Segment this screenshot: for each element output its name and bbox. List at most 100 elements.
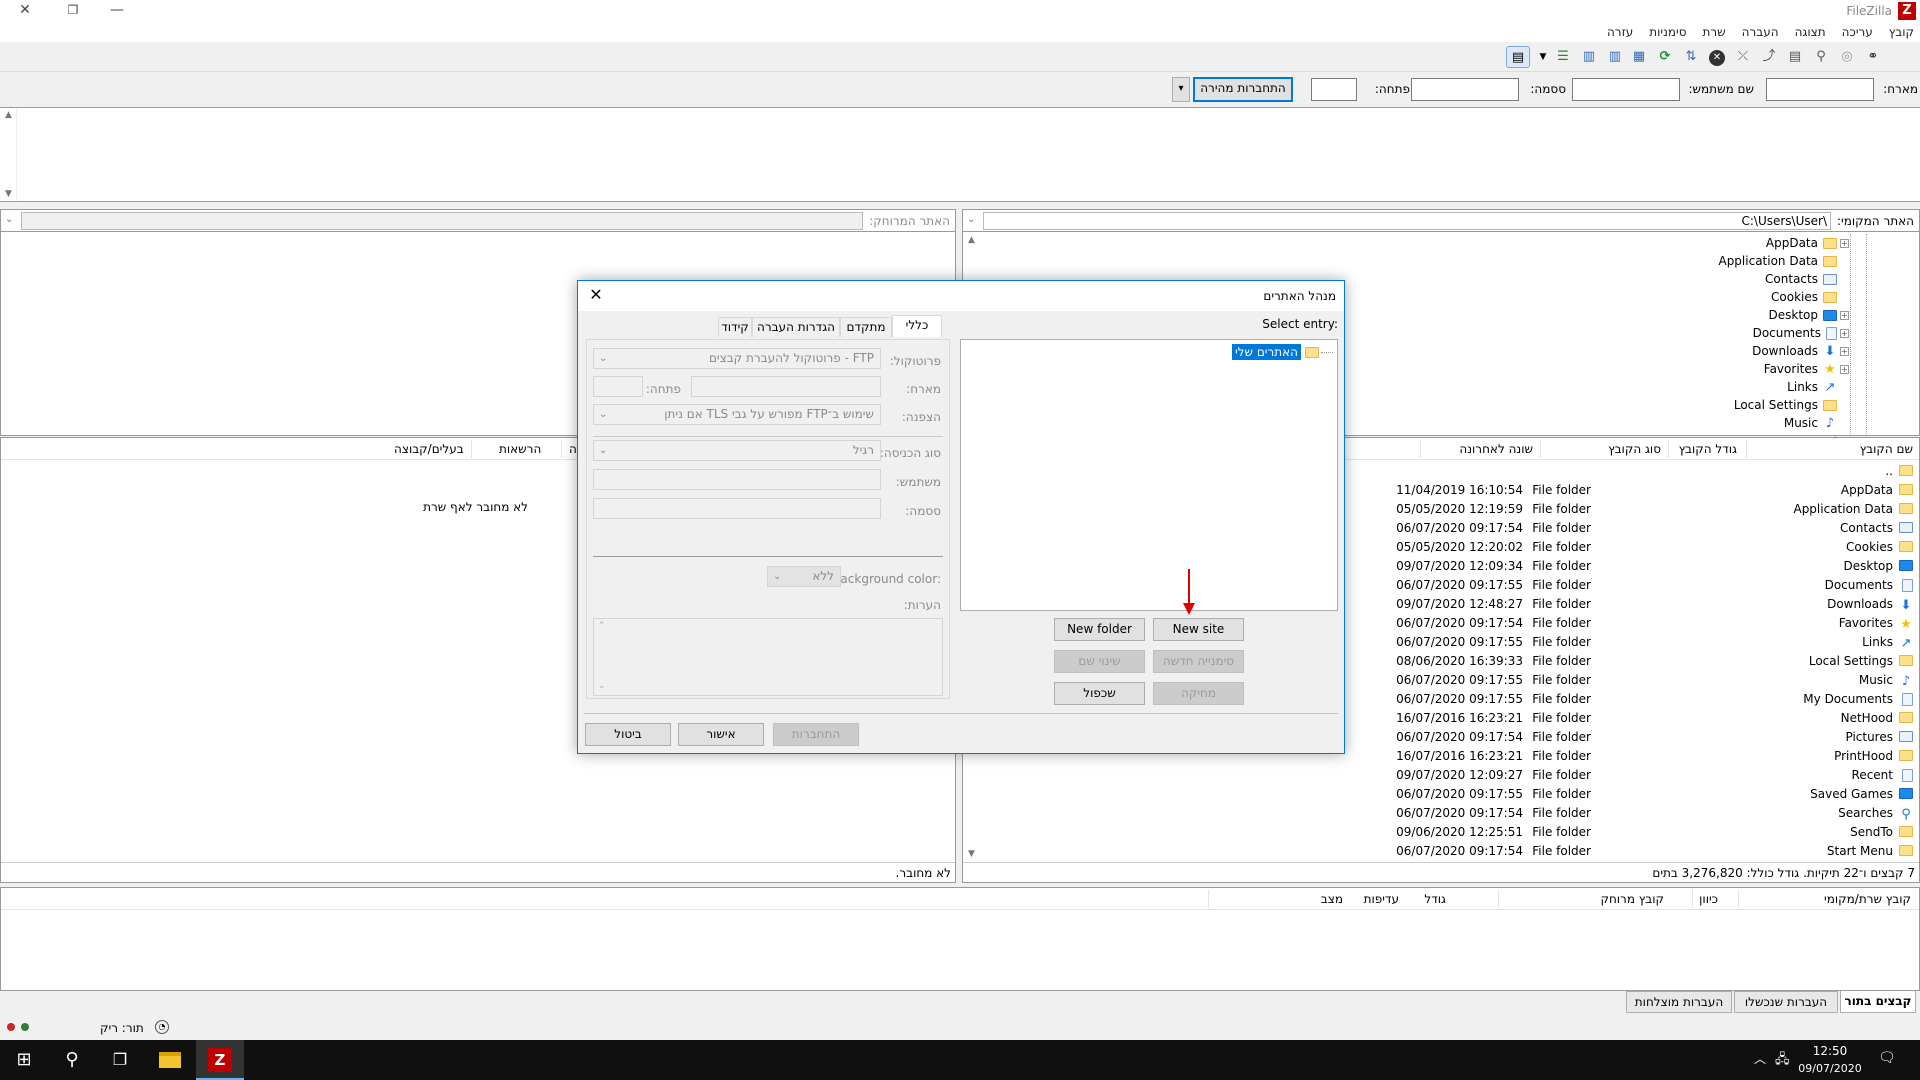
search-remote-files-button[interactable]: ⚭ [1862, 46, 1884, 68]
menu-server[interactable]: שרת [1703, 25, 1726, 39]
tree-item[interactable]: + ★ Favorites [1764, 360, 1849, 378]
tree-item[interactable]: +Local Settings [1734, 396, 1849, 414]
tab-successful-transfers[interactable]: העברות מוצלחות [1626, 991, 1732, 1013]
dialog-close-button[interactable]: ✕ [586, 285, 606, 304]
tab-queued-files[interactable]: קבצים בתור [1840, 991, 1916, 1013]
expand-icon[interactable]: + [1840, 238, 1849, 248]
column-direction[interactable]: כיוון [1699, 892, 1718, 906]
logon-type-select[interactable]: רגיל ⌄ [593, 440, 881, 461]
chevron-down-icon[interactable]: ⌄ [967, 214, 975, 225]
ok-button[interactable]: אישור [678, 723, 764, 746]
clock-time[interactable]: 12:50 [1800, 1044, 1860, 1058]
table-row[interactable]: SendTo File folder 09/06/2020 12:25:51 [963, 822, 1919, 841]
column-filename[interactable]: שם הקובץ [1860, 442, 1913, 456]
quickconnect-username-input[interactable] [1572, 78, 1680, 101]
tree-item[interactable]: +Contacts [1765, 270, 1849, 288]
notifications-icon[interactable]: 🗨 [1878, 1050, 1896, 1066]
column-server-local-file[interactable]: קובץ שרת/מקומי [1824, 892, 1911, 906]
scroll-up-icon[interactable]: ⌃ [598, 621, 606, 631]
disconnect-button[interactable]: ⤫ [1732, 46, 1754, 68]
comments-textarea[interactable]: ⌃ ⌄ [593, 618, 943, 696]
delete-button[interactable]: מחיקה [1153, 682, 1244, 705]
chevron-down-icon[interactable]: ⌄ [5, 214, 13, 225]
tab-general[interactable]: כללי [892, 315, 942, 337]
menu-edit[interactable]: עריכה [1842, 25, 1873, 39]
host-input[interactable] [691, 376, 881, 397]
column-truncated[interactable]: ה [569, 442, 577, 456]
protocol-select[interactable]: FTP - פרוטוקול להעברת קבצים ⌄ [593, 348, 881, 369]
new-bookmark-button[interactable]: סימנייה חדשה [1153, 650, 1244, 673]
tray-overflow-chevron-icon[interactable]: ︿ [1754, 1050, 1766, 1067]
table-row[interactable]: Saved Games File folder 06/07/2020 09:17:5… [963, 784, 1919, 803]
tree-item[interactable]: + ⬇ Downloads [1752, 342, 1849, 360]
tree-item[interactable]: +♪Music [1784, 414, 1849, 432]
tab-charset[interactable]: קידוד [718, 317, 752, 337]
menu-bookmarks[interactable]: סימניות [1649, 25, 1686, 39]
speed-limit-icon[interactable]: ◔ [155, 1020, 169, 1034]
port-input[interactable] [593, 376, 643, 397]
quickconnect-port-input[interactable] [1311, 78, 1357, 101]
quickconnect-history-dropdown[interactable]: ▾ [1172, 77, 1190, 102]
scroll-down-icon[interactable]: ⌄ [598, 681, 606, 691]
toggle-local-tree-button[interactable]: ▥ [1578, 46, 1600, 68]
restore-window-button[interactable]: ❐ [50, 0, 96, 22]
toggle-sync-browsing-button[interactable]: ⚲ [1810, 46, 1832, 68]
directory-listing-filter-button[interactable]: ▤ [1784, 46, 1806, 68]
expand-icon[interactable]: + [1840, 310, 1849, 320]
toggle-queue-button[interactable]: ▦ [1628, 46, 1650, 68]
tree-item[interactable]: + AppData [1766, 234, 1849, 252]
column-filetype[interactable]: סוג הקובץ [1608, 442, 1661, 456]
network-icon[interactable]: 🖧 [1775, 1050, 1790, 1072]
log-scrollbar[interactable]: ▲ ▼ [0, 108, 17, 201]
task-view-button[interactable]: ❐ [96, 1040, 144, 1080]
tree-item[interactable]: + Documents [1753, 324, 1849, 342]
table-row[interactable]: ⚲ Searches File folder 06/07/2020 09:17:54 [963, 803, 1919, 822]
tab-advanced[interactable]: מתקדם [840, 317, 892, 337]
search-button[interactable]: ⚲ [48, 1040, 96, 1080]
menu-view[interactable]: תצוגה [1795, 25, 1826, 39]
background-color-select[interactable]: ללא ⌄ [767, 566, 841, 587]
menu-transfer[interactable]: העברה [1742, 25, 1779, 39]
tree-item[interactable]: +Cookies [1771, 288, 1849, 306]
rename-button[interactable]: שינוי שם [1054, 650, 1145, 673]
remote-path-input[interactable] [21, 212, 863, 230]
duplicate-button[interactable]: שכפול [1054, 682, 1145, 705]
table-row[interactable]: Start Menu File folder 06/07/2020 09:17:54 [963, 841, 1919, 860]
minimize-window-button[interactable]: — [94, 0, 140, 22]
quickconnect-password-input[interactable] [1411, 78, 1519, 101]
resize-grip-icon[interactable]: ⋰ [580, 743, 588, 752]
tab-transfer-settings[interactable]: הגדרות העברה [752, 317, 840, 337]
scroll-up-icon[interactable]: ▲ [963, 233, 980, 247]
toggle-log-button[interactable]: ☰ [1552, 46, 1574, 68]
expand-icon[interactable]: + [1840, 328, 1849, 338]
site-manager-dropdown[interactable]: ▼ [1532, 46, 1554, 68]
table-row[interactable]: Recent File folder 09/07/2020 12:09:27 [963, 765, 1919, 784]
file-explorer-taskbar-button[interactable] [146, 1040, 194, 1080]
filezilla-taskbar-button[interactable]: Z [196, 1040, 244, 1080]
connect-button[interactable]: התחברות [773, 723, 859, 746]
site-tree-root[interactable]: האתרים שלי [1232, 344, 1333, 360]
column-priority[interactable]: עדיפות [1364, 892, 1399, 906]
expand-icon[interactable]: + [1840, 346, 1849, 356]
cancel-button[interactable]: ביטול [585, 723, 671, 746]
tab-failed-transfers[interactable]: העברות שנכשלו [1734, 991, 1838, 1013]
column-permissions[interactable]: הרשאות [499, 442, 541, 456]
column-modified[interactable]: שונה לאחרונה [1459, 442, 1533, 456]
tree-item[interactable]: +↗Links [1787, 378, 1849, 396]
directory-comparison-button[interactable]: ◎ [1836, 46, 1858, 68]
local-path-input[interactable]: C:\Users\User\ [983, 212, 1831, 230]
clock-date[interactable]: 09/07/2020 [1796, 1062, 1864, 1075]
expand-icon[interactable]: + [1840, 364, 1849, 374]
menu-file[interactable]: קובץ [1889, 25, 1914, 39]
scroll-up-icon[interactable]: ▲ [0, 108, 17, 122]
quickconnect-button[interactable]: התחברות מהירה [1193, 77, 1293, 102]
toggle-remote-tree-button[interactable]: ▥ [1604, 46, 1626, 68]
refresh-button[interactable]: ⟳ [1654, 46, 1676, 68]
tree-item[interactable]: + Desktop [1769, 306, 1849, 324]
password-input[interactable] [593, 498, 881, 519]
process-queue-button[interactable]: ⇅ [1680, 46, 1702, 68]
scroll-down-icon[interactable]: ▼ [0, 187, 17, 201]
encryption-select[interactable]: שימוש ב־FTP מפורש על גבי TLS אם ניתן ⌄ [593, 404, 881, 425]
new-folder-button[interactable]: New folder [1054, 618, 1145, 641]
column-owner-group[interactable]: בעלים/קבוצה [394, 442, 464, 456]
